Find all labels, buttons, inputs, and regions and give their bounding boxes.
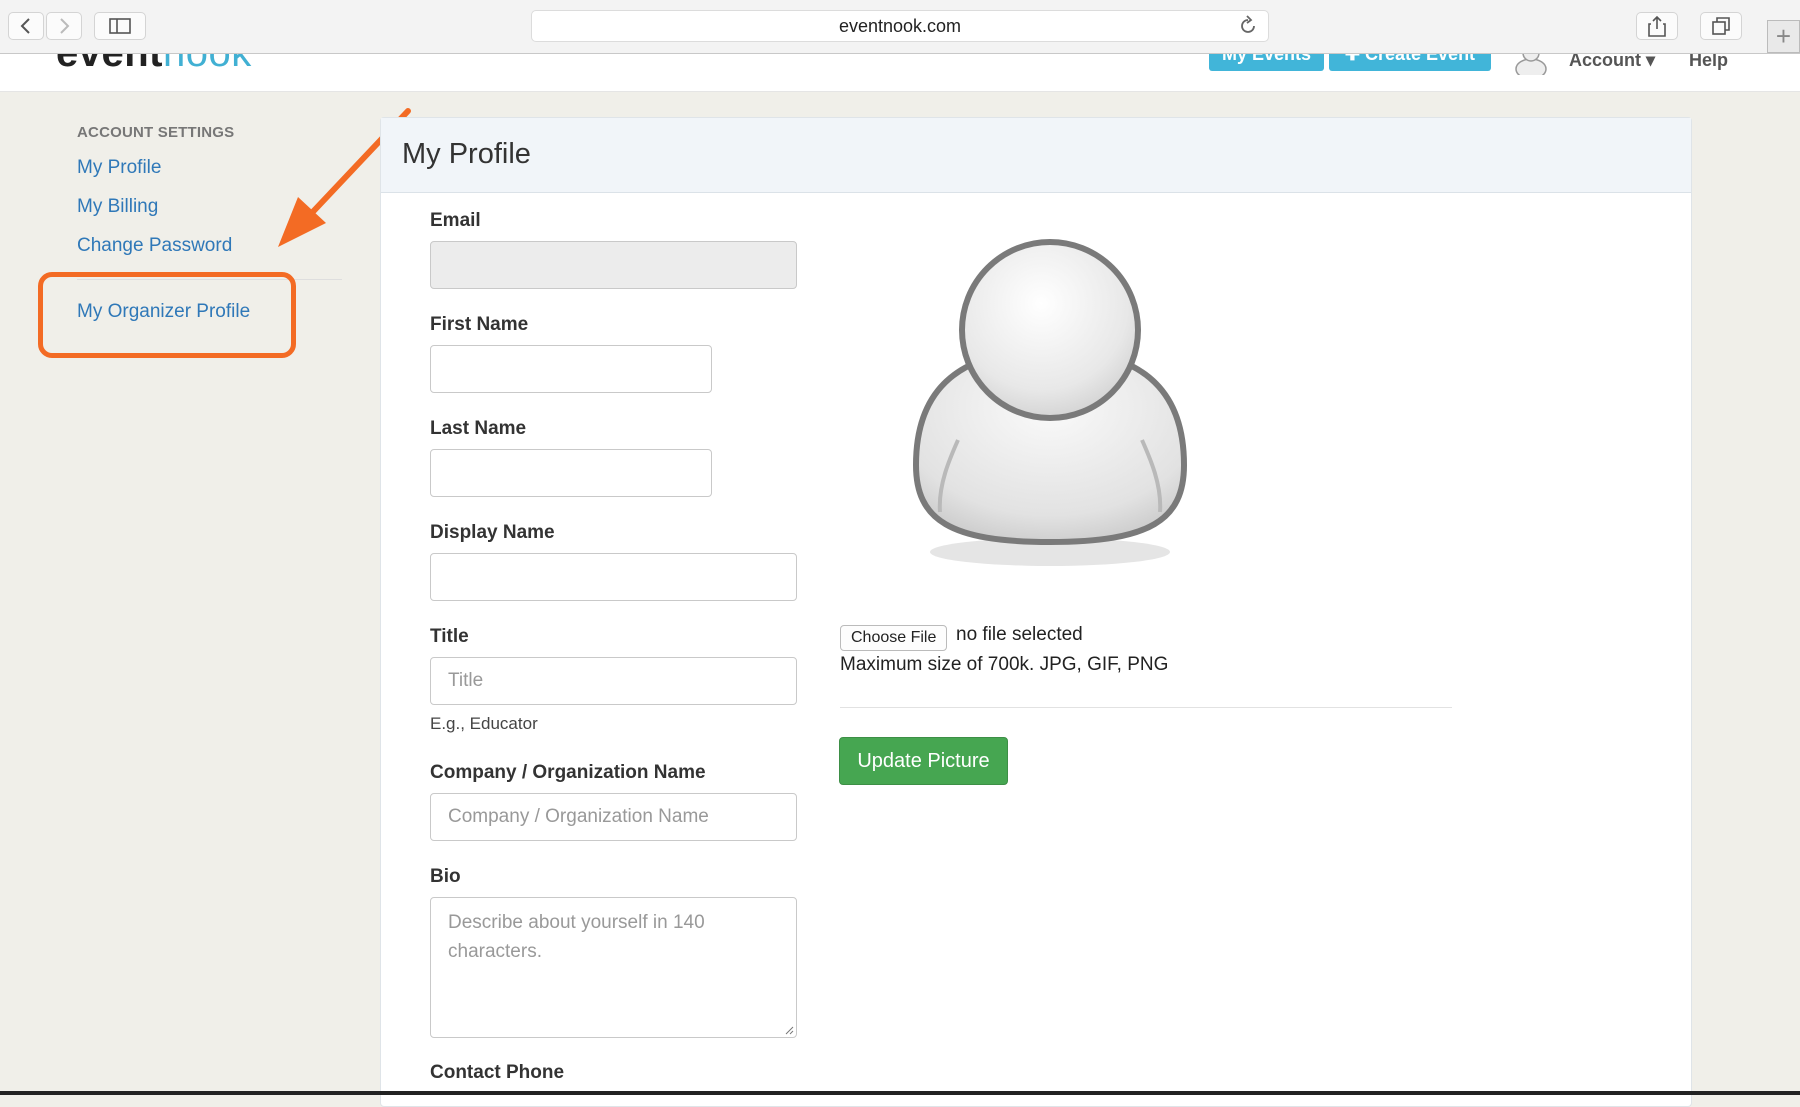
update-picture-button[interactable]: Update Picture bbox=[839, 737, 1008, 785]
address-bar[interactable]: eventnook.com bbox=[531, 10, 1269, 42]
tabs-button[interactable] bbox=[1700, 12, 1742, 40]
window-bottom-edge bbox=[0, 1091, 1800, 1095]
choose-file-button[interactable]: Choose File bbox=[840, 625, 948, 651]
profile-avatar-icon bbox=[912, 239, 1188, 566]
file-size-hint: Maximum size of 700k. JPG, GIF, PNG bbox=[840, 654, 1169, 675]
title-label: Title bbox=[430, 626, 469, 647]
title-placeholder: Title bbox=[448, 670, 484, 691]
email-field[interactable] bbox=[430, 241, 797, 289]
user-avatar-icon[interactable] bbox=[1514, 53, 1548, 75]
bio-label: Bio bbox=[430, 866, 461, 887]
forward-button[interactable] bbox=[46, 12, 82, 40]
tabs-icon bbox=[1712, 17, 1730, 35]
url-text: eventnook.com bbox=[838, 15, 962, 36]
help-link[interactable]: Help bbox=[1689, 53, 1728, 71]
plus-icon: + bbox=[1775, 21, 1792, 51]
my-events-button[interactable]: My Events bbox=[1209, 53, 1324, 71]
picture-divider bbox=[840, 707, 1452, 708]
sidebar-toggle-button[interactable] bbox=[94, 12, 146, 40]
last-name-field[interactable] bbox=[430, 449, 712, 497]
page-title: My Profile bbox=[402, 138, 531, 170]
first-name-field[interactable] bbox=[430, 345, 712, 393]
create-event-button[interactable]: ✚ Create Event bbox=[1329, 53, 1491, 71]
panel-header bbox=[381, 118, 1691, 193]
company-field[interactable]: Company / Organization Name bbox=[430, 793, 797, 841]
site-logo[interactable]: eventnook bbox=[56, 53, 252, 76]
display-name-label: Display Name bbox=[430, 522, 555, 543]
chevron-right-icon bbox=[60, 18, 70, 34]
file-status-text: no file selected bbox=[956, 624, 1083, 645]
title-field[interactable]: Title bbox=[430, 657, 797, 705]
sidebar-icon bbox=[109, 18, 131, 34]
reload-icon[interactable] bbox=[1238, 15, 1258, 37]
resize-handle-icon[interactable] bbox=[784, 1025, 794, 1035]
display-name-field[interactable] bbox=[430, 553, 797, 601]
browser-toolbar: eventnook.com + bbox=[0, 0, 1800, 54]
first-name-label: First Name bbox=[430, 314, 529, 335]
account-menu[interactable]: Account ▾ bbox=[1569, 53, 1655, 71]
highlight-box bbox=[38, 272, 296, 358]
bio-textarea[interactable]: Describe about yourself in 140 character… bbox=[430, 897, 797, 1038]
chevron-left-icon bbox=[20, 18, 30, 34]
site-header: eventnook My Events ✚ Create Event Accou… bbox=[0, 53, 1800, 92]
account-settings-heading: ACCOUNT SETTINGS bbox=[77, 124, 235, 141]
sidebar-item-my-billing[interactable]: My Billing bbox=[77, 196, 158, 218]
company-placeholder: Company / Organization Name bbox=[448, 806, 709, 827]
share-icon bbox=[1648, 15, 1666, 37]
email-label: Email bbox=[430, 210, 481, 231]
new-tab-button[interactable]: + bbox=[1767, 20, 1800, 53]
company-label: Company / Organization Name bbox=[430, 762, 706, 783]
sidebar-item-change-password[interactable]: Change Password bbox=[77, 235, 232, 257]
back-button[interactable] bbox=[8, 12, 44, 40]
sidebar-item-my-profile[interactable]: My Profile bbox=[77, 157, 161, 179]
title-help-text: E.g., Educator bbox=[430, 714, 538, 733]
bio-placeholder: Describe about yourself in 140 character… bbox=[448, 912, 705, 962]
share-button[interactable] bbox=[1636, 12, 1678, 40]
last-name-label: Last Name bbox=[430, 418, 527, 439]
contact-phone-label: Contact Phone bbox=[430, 1062, 565, 1083]
